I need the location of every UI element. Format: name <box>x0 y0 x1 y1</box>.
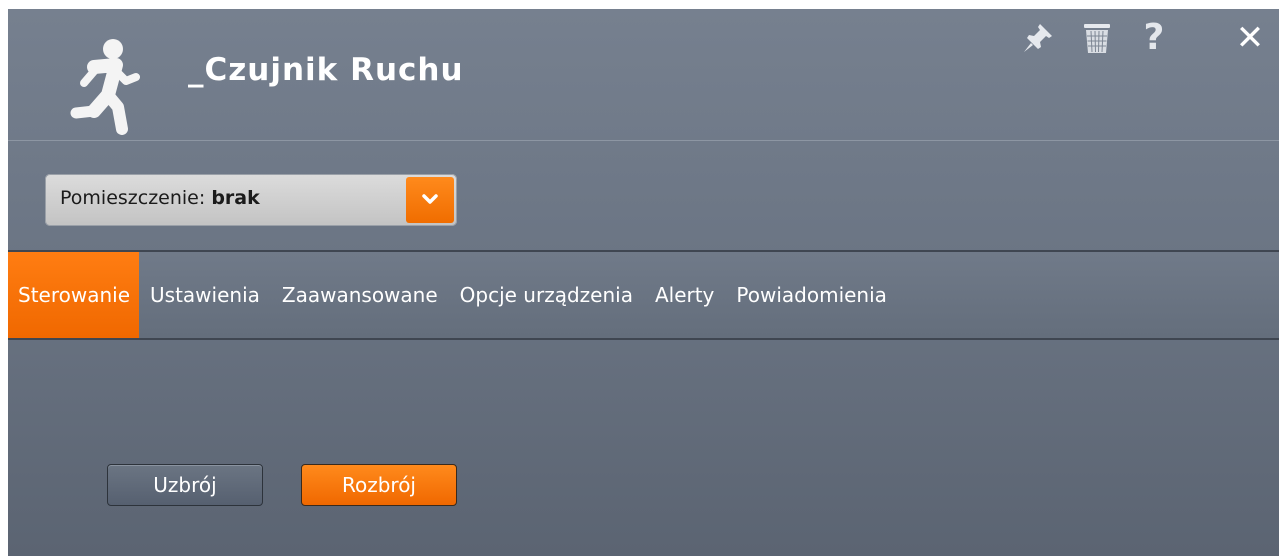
tab-zaawansowane[interactable]: Zaawansowane <box>271 252 449 338</box>
chevron-down-icon <box>422 194 438 204</box>
device-panel: _Czujnik Ruchu ? ✕ Pomieszczenie: brak S… <box>8 9 1279 556</box>
pin-icon[interactable] <box>1018 19 1058 57</box>
arm-button[interactable]: Uzbrój <box>107 464 263 506</box>
tab-opcje-urzadzenia[interactable]: Opcje urządzenia <box>449 252 644 338</box>
trash-icon[interactable] <box>1076 19 1118 57</box>
tab-alerty[interactable]: Alerty <box>644 252 725 338</box>
room-selector[interactable]: Pomieszczenie: brak <box>45 174 457 226</box>
room-dropdown-button[interactable] <box>406 177 454 223</box>
running-person-icon <box>54 37 140 135</box>
tab-powiadomienia[interactable]: Powiadomienia <box>725 252 898 338</box>
page-title: _Czujnik Ruchu <box>188 52 464 88</box>
disarm-button[interactable]: Rozbrój <box>301 464 457 506</box>
room-selector-text: Pomieszczenie: brak <box>60 187 260 209</box>
room-value: brak <box>211 187 260 209</box>
close-icon[interactable]: ✕ <box>1230 19 1270 57</box>
help-icon[interactable]: ? <box>1136 19 1172 57</box>
tab-bar: Sterowanie Ustawienia Zaawansowane Opcje… <box>8 252 1279 340</box>
tab-ustawienia[interactable]: Ustawienia <box>139 252 271 338</box>
panel-header: _Czujnik Ruchu ? ✕ <box>8 9 1279 141</box>
room-label: Pomieszczenie: <box>60 187 206 209</box>
tab-sterowanie[interactable]: Sterowanie <box>8 252 140 338</box>
